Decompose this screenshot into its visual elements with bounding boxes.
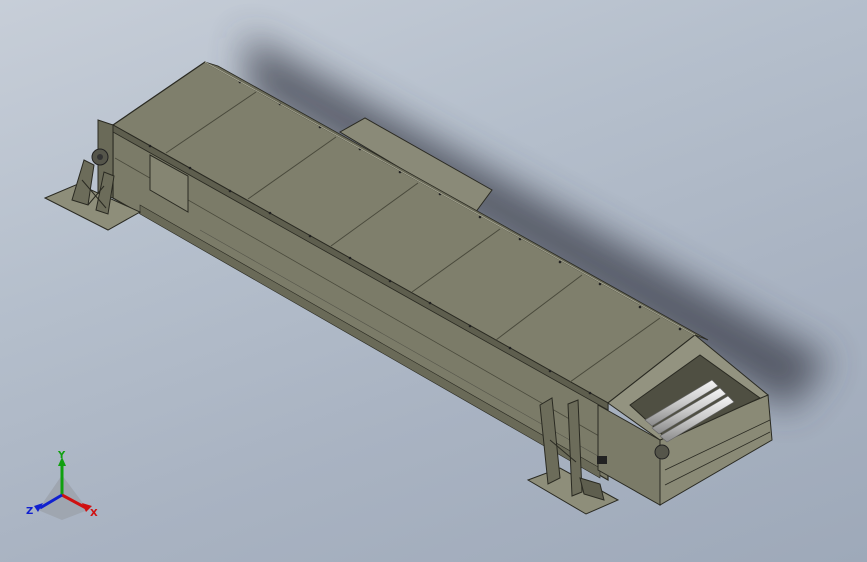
triad-z-label: Z — [26, 506, 33, 517]
head-label-plate — [597, 456, 607, 464]
conveyor-model[interactable]: Y X Z — [0, 0, 867, 562]
tail-pulley-hub — [97, 154, 103, 160]
head-pulley-bearing — [654, 444, 670, 460]
orientation-triad[interactable]: Y X Z — [26, 450, 98, 520]
triad-y-label: Y — [57, 450, 66, 461]
cad-viewport[interactable]: Y X Z — [0, 0, 867, 562]
triad-x-label: X — [90, 508, 98, 519]
